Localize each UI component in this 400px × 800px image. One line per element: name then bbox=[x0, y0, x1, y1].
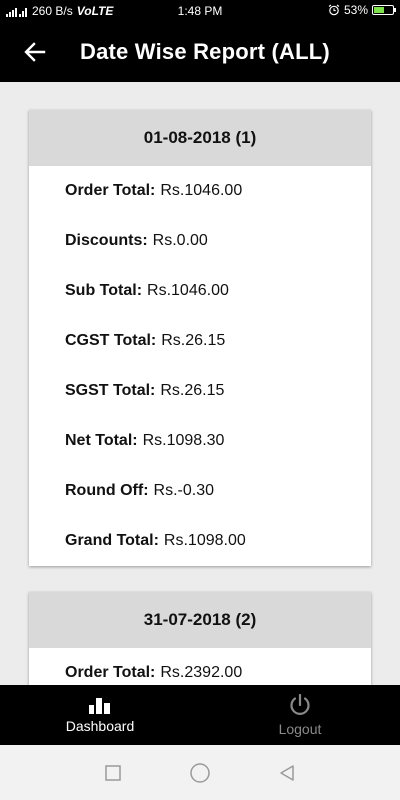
row-value: Rs.2392.00 bbox=[160, 664, 243, 681]
battery-icon bbox=[372, 5, 396, 15]
report-date-header: 31-07-2018 (2) bbox=[29, 592, 371, 648]
row-value: Rs.1046.00 bbox=[147, 282, 229, 299]
report-card: 01-08-2018 (1) Order Total: Rs.1046.00 Di… bbox=[29, 110, 371, 566]
row-label: Grand Total: bbox=[65, 532, 159, 549]
row-label: Sub Total: bbox=[65, 282, 143, 299]
cgst-total-row: CGST Total: Rs.26.15 bbox=[29, 316, 371, 366]
report-card: 31-07-2018 (2) Order Total: Rs.2392.00 bbox=[29, 592, 371, 685]
battery-percent: 53% bbox=[343, 3, 368, 17]
report-list[interactable]: 01-08-2018 (1) Order Total: Rs.1046.00 Di… bbox=[0, 82, 400, 685]
nav-dashboard[interactable]: Dashboard bbox=[0, 685, 200, 745]
status-right: 53% bbox=[328, 3, 396, 17]
report-date-header: 01-08-2018 (1) bbox=[29, 110, 371, 166]
nav-logout-label: Logout bbox=[278, 721, 322, 737]
status-bar: 260 B/s VoLTE 1:48 PM 53% bbox=[0, 0, 400, 22]
sgst-total-row: SGST Total: Rs.26.15 bbox=[29, 366, 371, 416]
row-value: Rs.1098.00 bbox=[163, 532, 246, 549]
app-bar: Date Wise Report (ALL) bbox=[0, 22, 400, 82]
back-button[interactable] bbox=[0, 22, 70, 82]
row-label: Discounts: bbox=[65, 232, 148, 249]
round-off-row: Round Off: Rs.-0.30 bbox=[29, 466, 371, 516]
nav-logout[interactable]: Logout bbox=[200, 685, 400, 745]
recent-apps-icon[interactable] bbox=[104, 764, 122, 782]
alarm-icon bbox=[328, 4, 340, 16]
back-nav-icon[interactable] bbox=[278, 764, 296, 782]
sub-total-row: Sub Total: Rs.1046.00 bbox=[29, 266, 371, 316]
grand-total-row: Grand Total: Rs.1098.00 bbox=[29, 516, 371, 566]
power-icon bbox=[290, 693, 310, 715]
back-arrow-icon bbox=[24, 42, 46, 62]
home-icon[interactable] bbox=[189, 762, 211, 784]
row-label: Order Total: bbox=[65, 664, 156, 681]
row-label: Round Off: bbox=[65, 482, 149, 499]
row-label: SGST Total: bbox=[65, 382, 156, 399]
bar-chart-icon bbox=[89, 698, 110, 714]
row-label: Net Total: bbox=[65, 432, 138, 449]
row-label: CGST Total: bbox=[65, 332, 157, 349]
row-value: Rs.-0.30 bbox=[153, 482, 214, 499]
row-value: Rs.26.15 bbox=[160, 382, 225, 399]
order-total-row: Order Total: Rs.2392.00 bbox=[29, 648, 371, 685]
row-label: Order Total: bbox=[65, 182, 156, 199]
net-total-row: Net Total: Rs.1098.30 bbox=[29, 416, 371, 466]
row-value: Rs.26.15 bbox=[161, 332, 226, 349]
order-total-row: Order Total: Rs.1046.00 bbox=[29, 166, 371, 216]
nav-dashboard-label: Dashboard bbox=[65, 718, 135, 734]
bottom-nav: Dashboard Logout bbox=[0, 685, 400, 745]
row-value: Rs.1046.00 bbox=[160, 182, 243, 199]
row-value: Rs.0.00 bbox=[152, 232, 208, 249]
page-title: Date Wise Report (ALL) bbox=[80, 39, 330, 64]
system-nav-bar bbox=[0, 745, 400, 800]
discounts-row: Discounts: Rs.0.00 bbox=[29, 216, 371, 266]
row-value: Rs.1098.30 bbox=[142, 432, 225, 449]
